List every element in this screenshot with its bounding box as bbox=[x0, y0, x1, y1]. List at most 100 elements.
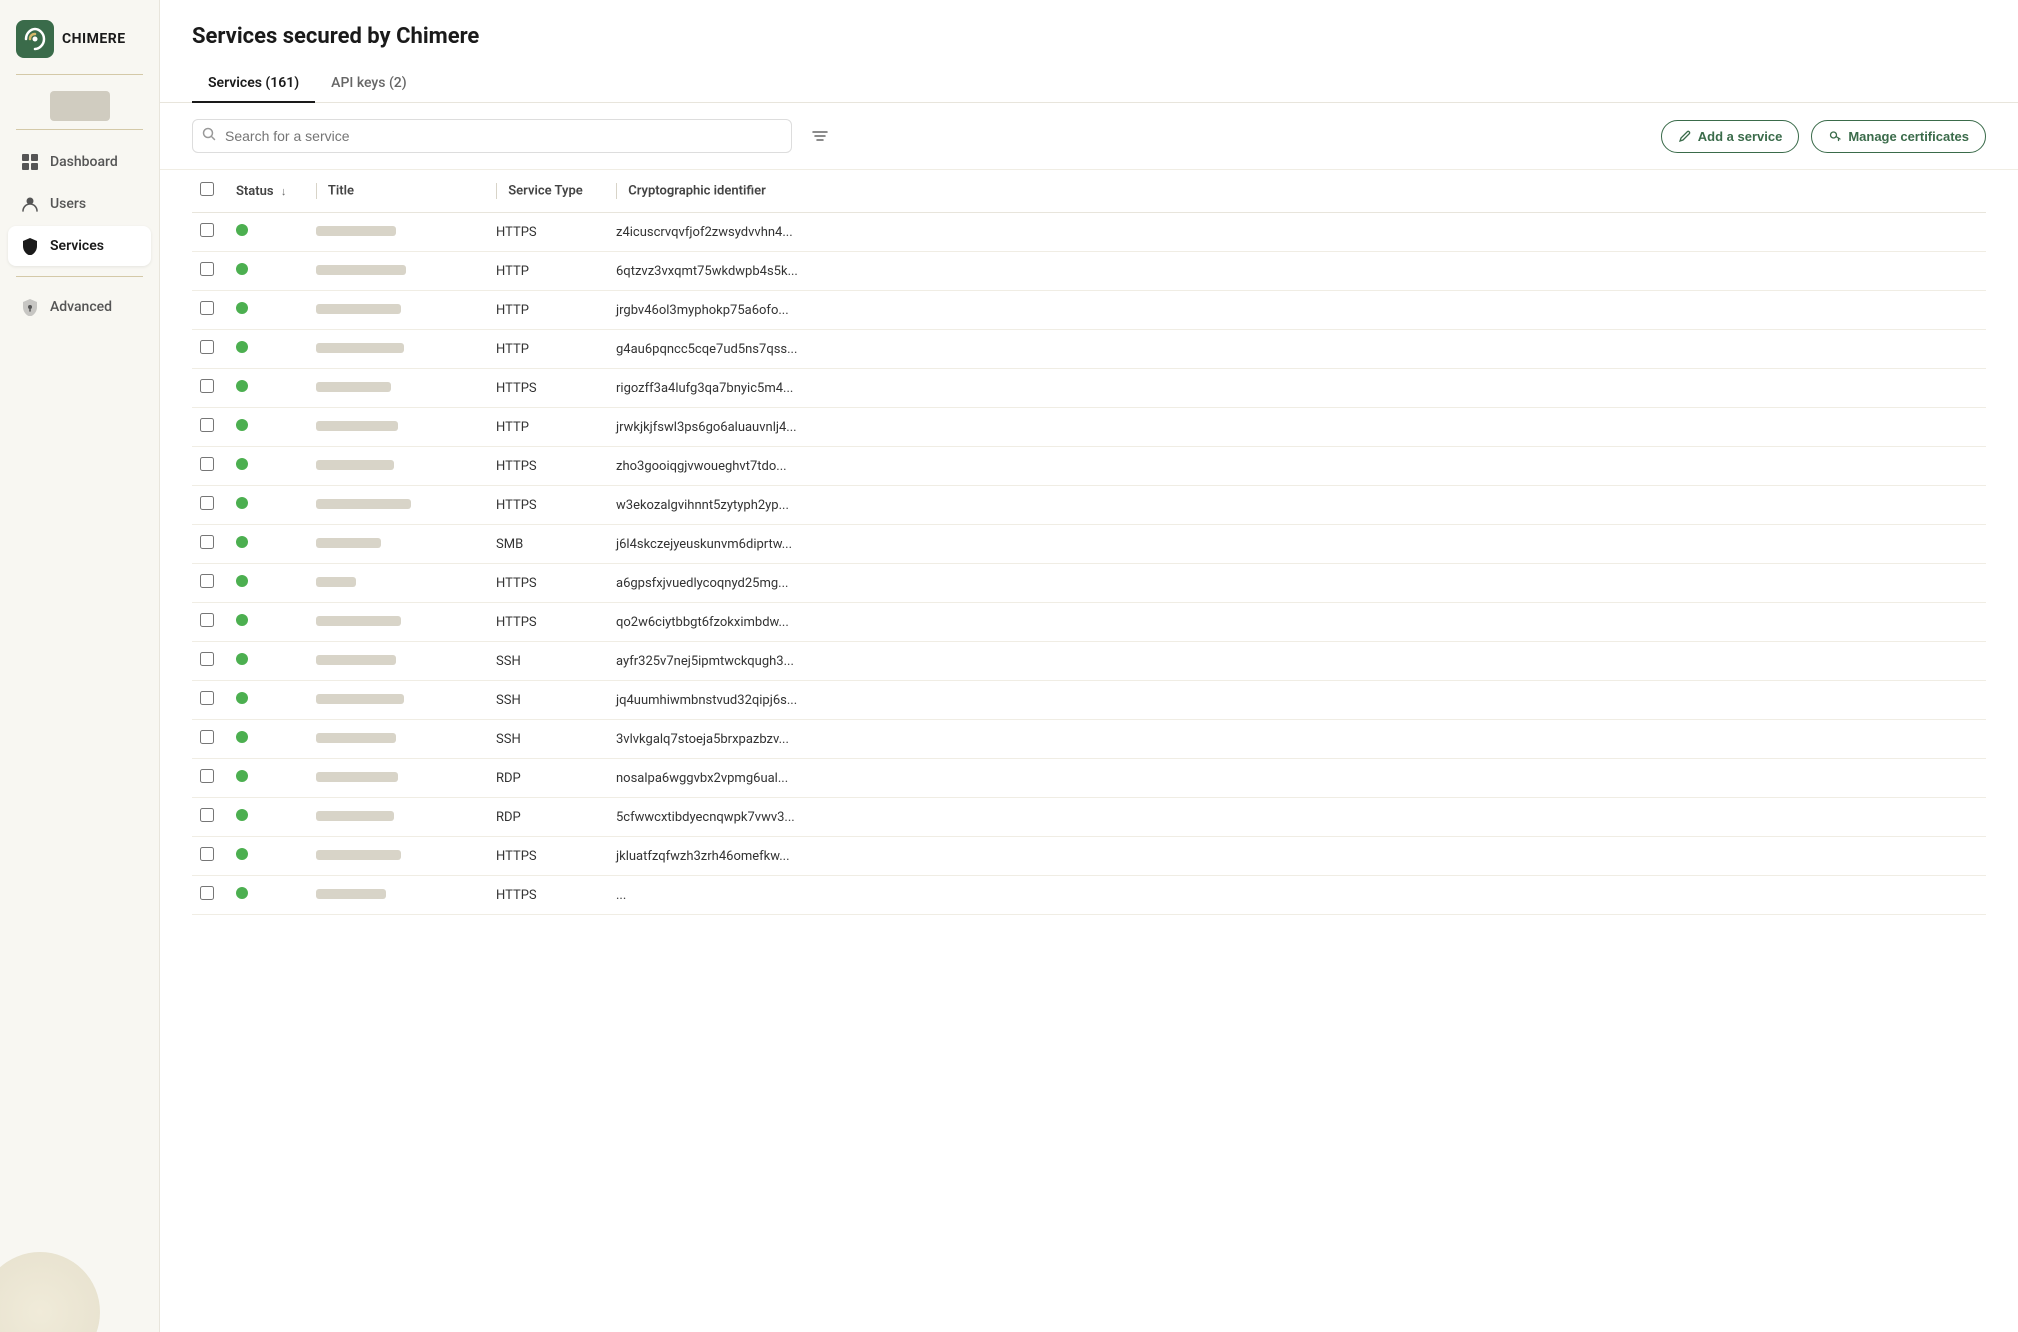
row-service-type-cell: SSH bbox=[488, 720, 608, 759]
title-placeholder bbox=[316, 460, 394, 470]
status-dot bbox=[236, 458, 248, 470]
row-checkbox[interactable] bbox=[200, 769, 214, 783]
sidebar-item-advanced[interactable]: Advanced bbox=[8, 287, 151, 327]
filter-button[interactable] bbox=[804, 120, 836, 152]
row-checkbox-cell bbox=[192, 642, 228, 681]
services-table-container: Status ↓ Title Service Type Cryptographi… bbox=[160, 170, 2018, 1332]
title-placeholder bbox=[316, 772, 398, 782]
row-checkbox[interactable] bbox=[200, 262, 214, 276]
row-checkbox[interactable] bbox=[200, 457, 214, 471]
row-checkbox[interactable] bbox=[200, 652, 214, 666]
status-dot bbox=[236, 341, 248, 353]
sidebar-item-users-label: Users bbox=[50, 196, 86, 212]
row-checkbox[interactable] bbox=[200, 730, 214, 744]
sidebar: CHIMERE Dashboard Us bbox=[0, 0, 160, 1332]
row-title-cell bbox=[308, 564, 488, 603]
status-dot bbox=[236, 809, 248, 821]
col-header-status: Status ↓ bbox=[228, 170, 308, 213]
avatar-area bbox=[0, 83, 159, 129]
table-row: HTTPS z4icuscrvqvfjof2zwsydvvhn4... bbox=[192, 213, 1986, 252]
row-checkbox[interactable] bbox=[200, 496, 214, 510]
sidebar-divider-1 bbox=[16, 74, 143, 75]
tab-api-keys[interactable]: API keys (2) bbox=[315, 65, 422, 103]
main-content: Services secured by Chimere Services (16… bbox=[160, 0, 2018, 1332]
status-dot bbox=[236, 731, 248, 743]
row-status-cell bbox=[228, 759, 308, 798]
row-status-cell bbox=[228, 447, 308, 486]
row-checkbox[interactable] bbox=[200, 574, 214, 588]
sidebar-bottom-decor bbox=[0, 1212, 159, 1332]
title-placeholder bbox=[316, 421, 398, 431]
sidebar-item-dashboard[interactable]: Dashboard bbox=[8, 142, 151, 182]
select-all-checkbox[interactable] bbox=[200, 182, 214, 196]
row-checkbox[interactable] bbox=[200, 808, 214, 822]
search-input[interactable] bbox=[192, 119, 792, 153]
sidebar-item-users[interactable]: Users bbox=[8, 184, 151, 224]
sidebar-item-services[interactable]: Services bbox=[8, 226, 151, 266]
col-header-checkbox bbox=[192, 170, 228, 213]
row-title-cell bbox=[308, 759, 488, 798]
row-checkbox[interactable] bbox=[200, 691, 214, 705]
row-service-type-cell: HTTPS bbox=[488, 564, 608, 603]
table-row: HTTPS ... bbox=[192, 876, 1986, 915]
row-title-cell bbox=[308, 642, 488, 681]
row-crypto-id-cell: ayfr325v7nej5ipmtwckqugh3... bbox=[608, 642, 1986, 681]
row-service-type-cell: HTTP bbox=[488, 252, 608, 291]
row-title-cell bbox=[308, 876, 488, 915]
row-service-type-cell: HTTP bbox=[488, 408, 608, 447]
status-dot bbox=[236, 497, 248, 509]
row-checkbox[interactable] bbox=[200, 847, 214, 861]
col-header-crypto-id: Cryptographic identifier bbox=[608, 170, 1986, 213]
manage-certificates-button[interactable]: Manage certificates bbox=[1811, 120, 1986, 153]
status-dot bbox=[236, 848, 248, 860]
row-service-type-cell: HTTPS bbox=[488, 837, 608, 876]
row-service-type-cell: HTTPS bbox=[488, 369, 608, 408]
title-placeholder bbox=[316, 850, 401, 860]
row-checkbox[interactable] bbox=[200, 223, 214, 237]
decor-circle bbox=[0, 1252, 100, 1332]
chimere-logo-icon bbox=[16, 20, 54, 58]
row-checkbox[interactable] bbox=[200, 379, 214, 393]
search-wrapper bbox=[192, 119, 792, 153]
row-checkbox-cell bbox=[192, 876, 228, 915]
table-row: HTTPS zho3gooiqgjvwoueghvt7tdo... bbox=[192, 447, 1986, 486]
table-row: HTTP jrgbv46ol3myphokp75a6ofo... bbox=[192, 291, 1986, 330]
row-status-cell bbox=[228, 837, 308, 876]
row-checkbox[interactable] bbox=[200, 613, 214, 627]
row-checkbox[interactable] bbox=[200, 535, 214, 549]
logo-area: CHIMERE bbox=[0, 0, 159, 74]
status-dot bbox=[236, 575, 248, 587]
row-crypto-id-cell: jq4uumhiwmbnstvud32qipj6s... bbox=[608, 681, 1986, 720]
row-status-cell bbox=[228, 603, 308, 642]
add-service-button[interactable]: Add a service bbox=[1661, 120, 1800, 153]
row-service-type-cell: HTTPS bbox=[488, 603, 608, 642]
status-dot bbox=[236, 692, 248, 704]
row-title-cell bbox=[308, 369, 488, 408]
row-crypto-id-cell: z4icuscrvqvfjof2zwsydvvhn4... bbox=[608, 213, 1986, 252]
col-divider-1 bbox=[316, 183, 317, 199]
sidebar-bottom-nav: Advanced bbox=[0, 287, 159, 327]
sidebar-divider-2 bbox=[16, 129, 143, 130]
table-row: HTTPS jkluatfzqfwzh3zrh46omefkw... bbox=[192, 837, 1986, 876]
row-crypto-id-cell: 6qtzvz3vxqmt75wkdwpb4s5k... bbox=[608, 252, 1986, 291]
table-row: SSH jq4uumhiwmbnstvud32qipj6s... bbox=[192, 681, 1986, 720]
status-dot bbox=[236, 536, 248, 548]
row-checkbox-cell bbox=[192, 564, 228, 603]
title-placeholder bbox=[316, 694, 404, 704]
row-checkbox-cell bbox=[192, 291, 228, 330]
row-checkbox[interactable] bbox=[200, 418, 214, 432]
status-dot bbox=[236, 770, 248, 782]
row-crypto-id-cell: rigozff3a4lufg3qa7bnyic5m4... bbox=[608, 369, 1986, 408]
title-placeholder bbox=[316, 226, 396, 236]
table-row: SSH 3vlvkgalq7stoeja5brxpazbzv... bbox=[192, 720, 1986, 759]
row-checkbox[interactable] bbox=[200, 886, 214, 900]
row-checkbox[interactable] bbox=[200, 301, 214, 315]
table-row: HTTP 6qtzvz3vxqmt75wkdwpb4s5k... bbox=[192, 252, 1986, 291]
tab-services[interactable]: Services (161) bbox=[192, 65, 315, 103]
row-crypto-id-cell: 5cfwwcxtibdyecnqwpk7vwv3... bbox=[608, 798, 1986, 837]
sidebar-item-advanced-label: Advanced bbox=[50, 299, 112, 315]
row-title-cell bbox=[308, 603, 488, 642]
row-checkbox[interactable] bbox=[200, 340, 214, 354]
row-service-type-cell: HTTP bbox=[488, 330, 608, 369]
title-placeholder bbox=[316, 577, 356, 587]
